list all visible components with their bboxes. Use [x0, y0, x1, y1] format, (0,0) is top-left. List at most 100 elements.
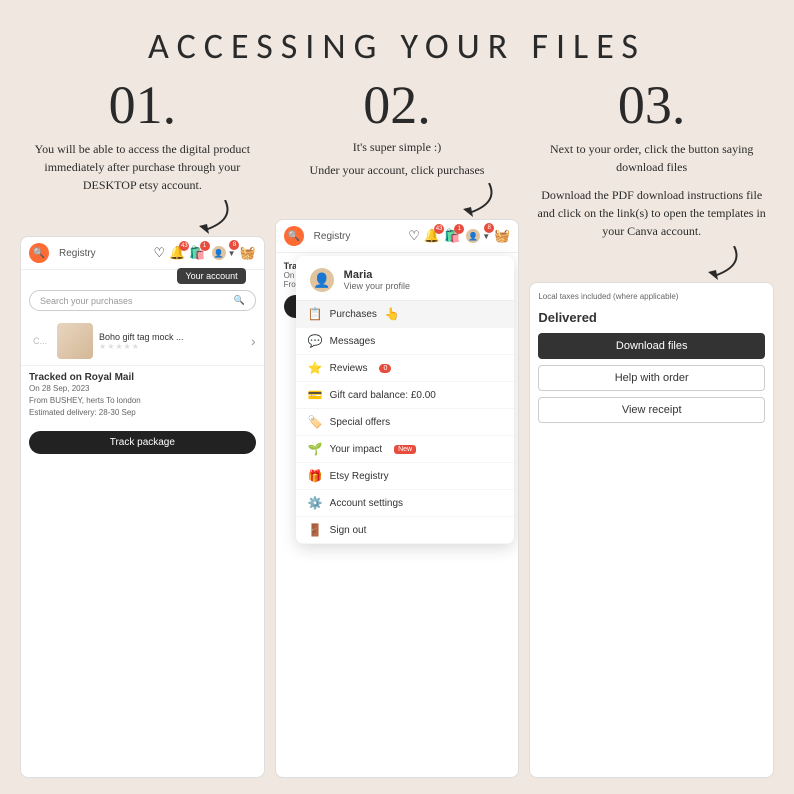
page-title: ACCESSING YOUR FILES [148, 24, 646, 68]
taxes-text: Local taxes included (where applicable) [538, 291, 765, 302]
screen2-nav-icons: ♡ 🔔 43 🛍️ 1 👤 ▼ 8 [408, 227, 510, 245]
special-offers-label: Special offers [330, 417, 390, 428]
screen2-heart-icon: ♡ [408, 228, 420, 244]
dropdown-header: 👤 Maria View your profile [296, 256, 515, 301]
impact-icon: 🌱 [308, 442, 322, 456]
account-tooltip: Your account [177, 268, 245, 284]
screen-2: 🔍 Registry ♡ 🔔 43 🛍️ 1 👤 [275, 219, 520, 778]
tooltip-container: Your account [21, 268, 264, 284]
step-3-column: 03. Next to your order, click the button… [529, 78, 774, 778]
screen2-nav: 🔍 Registry ♡ 🔔 43 🛍️ 1 👤 [276, 220, 519, 253]
messages-icon: 💬 [308, 334, 322, 348]
account-settings-label: Account settings [330, 498, 403, 509]
screen-1: 🔍 Registry ♡ 🔔 43 🛍️ 1 👤 [20, 236, 265, 778]
order-chevron-icon[interactable]: › [251, 333, 256, 349]
reviews-label: Reviews [330, 363, 368, 374]
dropdown-etsy-registry[interactable]: 🎁 Etsy Registry [296, 463, 515, 490]
step-1-column: 01. You will be able to access the digit… [20, 78, 265, 778]
step-1-description: You will be able to access the digital p… [20, 140, 265, 194]
registry-link: Registry [55, 248, 148, 259]
search-placeholder: Search your purchases [40, 296, 133, 306]
screen2-basket-icon: 🧺 [494, 228, 510, 244]
dropdown-view-profile[interactable]: View your profile [344, 281, 410, 291]
search-bar[interactable]: Search your purchases 🔍 [29, 290, 256, 311]
cart-container: 🛍️ 1 [189, 245, 205, 261]
step-3-desc-top: Next to your order, click the button say… [529, 140, 774, 176]
screen1-nav: 🔍 Registry ♡ 🔔 43 🛍️ 1 👤 [21, 237, 264, 270]
dropdown-messages[interactable]: 💬 Messages [296, 328, 515, 355]
messages-label: Messages [330, 336, 376, 347]
order-title: Boho gift tag mock ... [99, 332, 199, 342]
screen2-avatar[interactable]: 👤 [464, 227, 482, 245]
step-2-arrow [449, 183, 509, 219]
purchases-icon: 📋 [308, 307, 322, 321]
dropdown-user-info: Maria View your profile [344, 269, 410, 291]
order-info: Boho gift tag mock ... ★★★★★ [99, 332, 245, 351]
dropdown-account-settings[interactable]: ⚙️ Account settings [296, 490, 515, 517]
step-3-arrow [694, 246, 754, 282]
avatar-container: 👤 ▼ 8 [210, 244, 236, 262]
dropdown-sign-out[interactable]: 🚪 Sign out [296, 517, 515, 544]
delivered-section: Local taxes included (where applicable) … [530, 283, 773, 437]
dropdown-username: Maria [344, 269, 410, 281]
order-item[interactable]: C... Boho gift tag mock ... ★★★★★ › [21, 317, 264, 366]
search-icon-2: 🔍 [233, 295, 244, 306]
order-stars: ★★★★★ [99, 342, 245, 351]
purchases-label: Purchases [330, 309, 377, 320]
account-dropdown: 👤 Maria View your profile 📋 Purchases 👆 [296, 256, 515, 544]
page: ACCESSING YOUR FILES 01. You will be abl… [0, 0, 794, 794]
step-2-desc-bottom: Under your account, click purchases [310, 161, 485, 179]
screen2-bell-badge: 43 [434, 224, 444, 234]
cart-badge: 1 [200, 241, 210, 251]
screen2-avatar-badge: 8 [484, 223, 494, 233]
settings-icon: ⚙️ [308, 496, 322, 510]
dropdown-special-offers[interactable]: 🏷️ Special offers [296, 409, 515, 436]
shipping-estimate: Estimated delivery: 28-30 Sep [29, 407, 256, 419]
screen2-registry-link: Registry [310, 231, 403, 242]
nav-icons: ♡ 🔔 43 🛍️ 1 👤 ▼ 8 [154, 244, 256, 262]
etsy-registry-icon: 🎁 [308, 469, 322, 483]
step-2-column: 02. It's super simple :) Under your acco… [275, 78, 520, 778]
etsy-registry-label: Etsy Registry [330, 471, 389, 482]
special-offers-icon: 🏷️ [308, 415, 322, 429]
reviews-badge: 0 [379, 364, 391, 373]
step-1-arrow [185, 200, 245, 236]
search-icon[interactable]: 🔍 [29, 243, 49, 263]
step-3-desc-bottom: Download the PDF download instructions f… [529, 186, 774, 240]
sign-out-icon: 🚪 [308, 523, 322, 537]
steps-columns: 01. You will be able to access the digit… [20, 78, 774, 778]
step-1-number: 01. [109, 78, 177, 132]
shipping-from: From BUSHEY, herts To london [29, 395, 256, 407]
impact-label: Your impact [330, 444, 382, 455]
download-files-button[interactable]: Download files [538, 333, 765, 359]
avatar-badge: 8 [229, 240, 239, 250]
view-receipt-button[interactable]: View receipt [538, 397, 765, 423]
help-with-order-button[interactable]: Help with order [538, 365, 765, 391]
giftcard-icon: 💳 [308, 388, 322, 402]
sign-out-label: Sign out [330, 525, 367, 536]
dropdown-avatar: 👤 [308, 266, 336, 294]
shipping-info: Tracked on Royal Mail On 28 Sep, 2023 Fr… [21, 366, 264, 425]
bell-badge: 43 [179, 241, 189, 251]
dropdown-reviews[interactable]: ⭐ Reviews 0 [296, 355, 515, 382]
track-package-button[interactable]: Track package [29, 431, 256, 454]
dropdown-purchases[interactable]: 📋 Purchases 👆 [296, 301, 515, 328]
impact-new-badge: New [394, 445, 416, 454]
avatar[interactable]: 👤 [210, 244, 228, 262]
giftcard-label: Gift card balance: £0.00 [330, 390, 436, 401]
screen2-avatar-container: 👤 ▼ 8 [464, 227, 490, 245]
delivered-label: Delivered [538, 310, 765, 325]
basket-icon: 🧺 [239, 245, 255, 261]
step-2-number: 02. [363, 78, 431, 132]
reviews-icon: ⭐ [308, 361, 322, 375]
step-2-desc-top: It's super simple :) [353, 140, 441, 155]
dropdown-gift-card[interactable]: 💳 Gift card balance: £0.00 [296, 382, 515, 409]
shipping-date: On 28 Sep, 2023 [29, 383, 256, 395]
screen2-bell-container: 🔔 43 [424, 228, 440, 244]
cursor-icon: 👆 [385, 307, 400, 321]
screen2-search-icon[interactable]: 🔍 [284, 226, 304, 246]
dropdown-your-impact[interactable]: 🌱 Your impact New [296, 436, 515, 463]
order-thumbnail [57, 323, 93, 359]
screen2-cart-badge: 1 [454, 224, 464, 234]
c-label: C... [29, 336, 51, 346]
